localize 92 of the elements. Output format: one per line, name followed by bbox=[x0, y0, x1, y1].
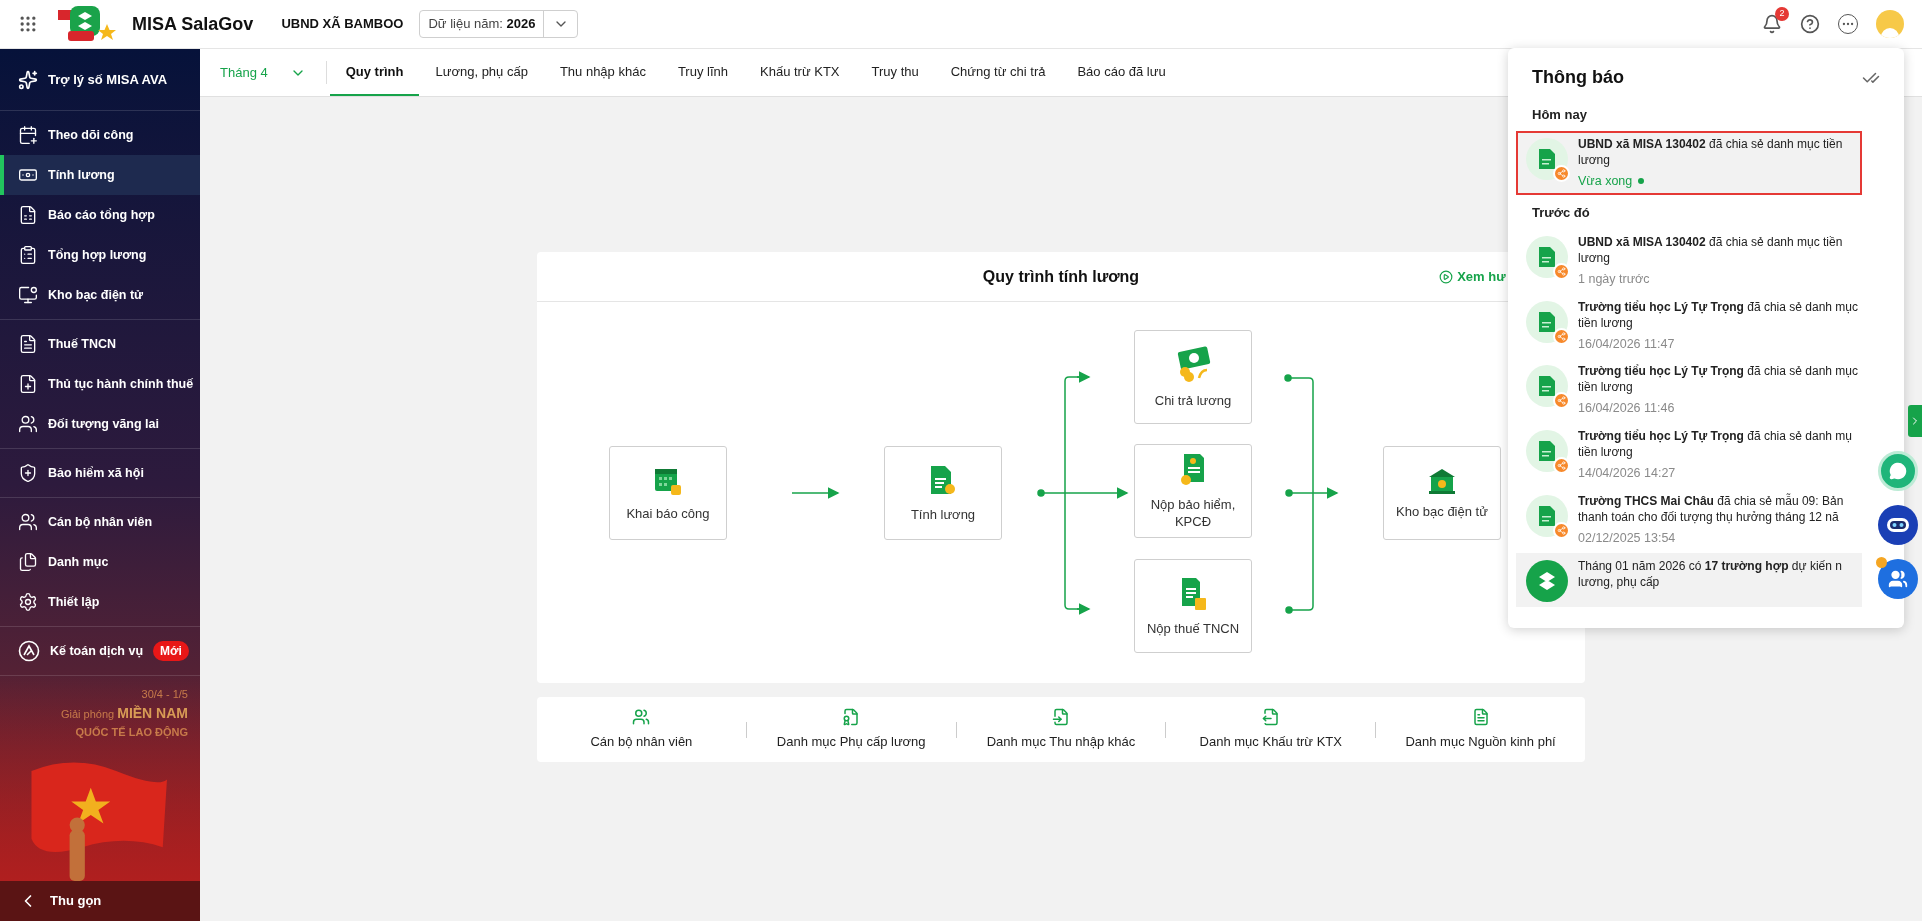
notification-time: 16/04/2026 11:46 bbox=[1578, 400, 1675, 418]
notification-text: Trường tiểu học Lý Tự Trọng đã chia sẻ danh mục tiền lương bbox=[1578, 363, 1858, 396]
notification-count: 2 bbox=[1775, 7, 1789, 21]
shared-document-icon bbox=[1526, 430, 1568, 472]
app-name: MISA SalaGov bbox=[132, 12, 254, 36]
shortcut-link[interactable]: Cán bộ nhân viên bbox=[537, 707, 746, 752]
notification-text: Trường THCS Mai Châu đã chia sẻ mẫu 09: Bản thanh toán cho đối tượng thụ hưởng tháng 12 nă bbox=[1578, 492, 1844, 525]
tab[interactable]: Khấu trừ KTX bbox=[744, 49, 856, 96]
section-heading: Hôm nay bbox=[1531, 106, 1588, 124]
people-icon bbox=[18, 512, 38, 532]
sidebar-item[interactable]: Đối tượng vãng lai bbox=[0, 404, 200, 444]
files-icon bbox=[18, 552, 38, 572]
tab[interactable]: Thu nhập khác bbox=[543, 49, 662, 96]
report-icon bbox=[18, 205, 38, 225]
app-logo-icon bbox=[1526, 559, 1568, 602]
shared-document-icon bbox=[1526, 235, 1568, 278]
file-out-icon bbox=[1261, 707, 1280, 726]
tab[interactable]: Truy lĩnh bbox=[661, 49, 744, 96]
bell-icon[interactable] bbox=[1762, 14, 1782, 34]
notification-text: Trường tiểu học Lý Tự Trọng đã chia sẻ danh mục tiền lương bbox=[1578, 298, 1858, 331]
sidebar-item[interactable]: Danh mục bbox=[0, 542, 200, 582]
document-icon bbox=[18, 334, 38, 354]
notification-time: 02/12/2025 13:54 bbox=[1578, 529, 1676, 547]
file-plus-icon bbox=[18, 374, 38, 394]
notification-item[interactable]: UBND xã MISA 130402 đã chia sẻ danh mục tiền lương Vừa xong bbox=[1516, 130, 1862, 196]
banner-headline: Giải phóng MIỀN NAM bbox=[60, 703, 188, 723]
sidebar-item[interactable]: Cán bộ nhân viên bbox=[0, 502, 200, 542]
tab[interactable]: Lương, phụ cấp bbox=[419, 49, 544, 96]
new-badge: Mới bbox=[153, 641, 189, 661]
settings-icon bbox=[18, 592, 38, 612]
robot-face-icon bbox=[1885, 515, 1911, 535]
sidebar-item[interactable]: Báo cáo tổng hợp bbox=[0, 195, 200, 235]
connector-arrow bbox=[791, 487, 840, 499]
sidebar-item[interactable]: Bảo hiểm xã hội bbox=[0, 453, 200, 493]
year-selector[interactable]: Dữ liệu năm: 2026 bbox=[419, 10, 579, 38]
clipboard-icon bbox=[18, 245, 38, 265]
section-heading: Trước đó bbox=[1531, 204, 1591, 223]
workflow-step[interactable]: Khai báo công bbox=[609, 446, 727, 540]
banner-subtitle: QUỐC TẾ LAO ĐỘNG bbox=[75, 724, 188, 740]
workflow-step[interactable]: Nộp thuế TNCN bbox=[1134, 559, 1252, 653]
workflow-step[interactable]: Tính lương bbox=[884, 446, 1002, 540]
sparkle-icon bbox=[18, 69, 38, 90]
notification-text: Tháng 01 năm 2026 có 17 trường hợp dự kiến n lương, phụ cấp bbox=[1578, 557, 1842, 590]
notification-item[interactable]: Tháng 01 năm 2026 có 17 trường hợp dự kiến n lương, phụ cấp bbox=[1516, 552, 1862, 607]
banner-dates: 30/4 - 1/5 bbox=[141, 687, 188, 702]
bank-icon bbox=[1427, 466, 1457, 495]
document-icon bbox=[1471, 707, 1490, 726]
notification-text: Trường tiểu học Lý Tự Trọng đã chia sẻ danh mụ tiền lương bbox=[1578, 428, 1852, 460]
unit-name: UBND XÃ BAMBOO bbox=[281, 15, 404, 34]
shortcut-link[interactable]: Danh mục Phụ cấp lương bbox=[746, 707, 956, 752]
calendar-icon bbox=[18, 125, 38, 145]
shared-document-icon bbox=[1526, 300, 1568, 343]
shared-document-icon bbox=[1526, 494, 1568, 537]
people-icon bbox=[632, 707, 651, 726]
apps-menu-icon[interactable] bbox=[18, 14, 38, 34]
shortcut-link[interactable]: Danh mục Khấu trừ KTX bbox=[1166, 707, 1376, 752]
sidebar-item[interactable]: Kho bạc điện tử bbox=[0, 275, 200, 315]
sidebar-item[interactable]: Thủ tục hành chính thuế bbox=[0, 364, 200, 404]
workflow-title: Quy trình tính lương bbox=[982, 266, 1140, 287]
triangle-circle-icon bbox=[18, 640, 40, 662]
file-in-icon bbox=[1052, 707, 1070, 726]
shared-document-icon bbox=[1526, 137, 1568, 180]
monitor-icon bbox=[18, 285, 38, 305]
workflow-step[interactable]: Kho bạc điện tử bbox=[1383, 446, 1501, 540]
sidebar-item[interactable]: Tổng hợp lương bbox=[0, 235, 200, 275]
tab[interactable]: Chứng từ chi trả bbox=[934, 49, 1062, 96]
workflow-step[interactable]: Nộp bảo hiểm, KPCĐ bbox=[1134, 444, 1252, 538]
people-icon bbox=[18, 414, 38, 434]
notification-time: 1 ngày trước bbox=[1578, 270, 1650, 288]
play-icon bbox=[1439, 269, 1454, 284]
panel-title: Thông báo bbox=[1532, 66, 1624, 89]
sidebar-item[interactable]: Thuế TNCN bbox=[0, 324, 200, 364]
notification-text: UBND xã MISA 130402 đã chia sẻ danh mục tiền lương bbox=[1578, 233, 1843, 266]
sidebar-item[interactable]: Tính lương bbox=[0, 155, 200, 195]
notification-time: 16/04/2026 11:47 bbox=[1578, 335, 1675, 353]
collapse-button[interactable]: Thu gọn bbox=[0, 881, 200, 921]
tab[interactable]: Báo cáo đã lưu bbox=[1061, 49, 1182, 96]
sidebar-item[interactable]: Theo dõi công bbox=[0, 115, 200, 155]
shortcut-link[interactable]: Danh mục Nguồn kinh phí bbox=[1376, 707, 1585, 752]
notification-text: UBND xã MISA 130402 đã chia sẻ danh mục tiền lương bbox=[1578, 135, 1843, 168]
notification-time: Vừa xong bbox=[1578, 172, 1633, 190]
sidebar-item[interactable]: Thiết lập bbox=[0, 582, 200, 622]
sidebar-item[interactable]: Kế toán dịch vụ Mới bbox=[0, 631, 200, 671]
shortcut-link[interactable]: Danh mục Thu nhập khác bbox=[956, 707, 1166, 752]
notification-time: 14/04/2026 14:27 bbox=[1578, 465, 1676, 482]
workflow-step[interactable]: Chi trả lương bbox=[1134, 330, 1252, 424]
help-icon[interactable] bbox=[1800, 14, 1820, 34]
tab[interactable]: Truy thu bbox=[855, 49, 935, 96]
shared-document-icon bbox=[1526, 365, 1568, 408]
chat-bubble-icon bbox=[1889, 462, 1907, 480]
shield-icon bbox=[18, 463, 38, 483]
people-icon bbox=[1888, 569, 1908, 589]
